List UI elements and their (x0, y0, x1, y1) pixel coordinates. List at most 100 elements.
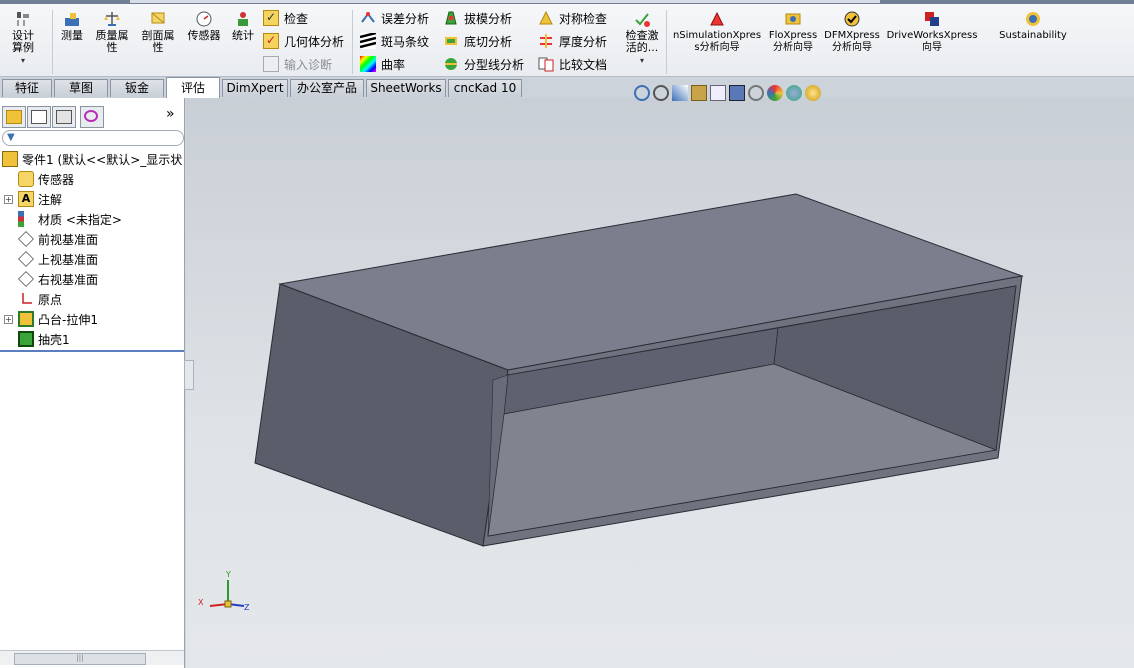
statistics-label: 统计 (232, 29, 254, 42)
driveworksxpress-icon (925, 12, 939, 26)
undercut-analysis-button[interactable]: 底切分析 (443, 31, 512, 51)
tab-features[interactable]: 特征 (2, 79, 52, 97)
geometry-analysis-icon: ✓ (263, 33, 279, 49)
tree-item-label: 传感器 (38, 172, 75, 187)
plane-icon (18, 251, 34, 267)
scrollbar-thumb[interactable]: ||| (14, 653, 146, 665)
expand-toggle-icon[interactable]: + (4, 195, 13, 204)
expand-toggle-icon[interactable]: + (4, 315, 13, 324)
dimxpert-manager-tab[interactable] (80, 106, 104, 128)
plane-icon (18, 231, 34, 247)
tab-evaluate[interactable]: 评估 (166, 77, 220, 98)
graphics-area[interactable]: Y X Z (186, 98, 1134, 668)
boss-extrude-icon (18, 311, 34, 327)
display-style-icon[interactable] (729, 85, 745, 101)
tab-label: cncKad 10 (453, 81, 517, 95)
parting-line-analysis-icon (445, 58, 457, 70)
model-box[interactable] (186, 98, 1134, 668)
view-orientation-icon[interactable] (710, 85, 726, 101)
design-study-button[interactable]: 设计算例 ▾ (6, 10, 40, 67)
tree-item-label: 凸台-拉伸1 (38, 312, 98, 327)
section-properties-button[interactable]: 剖面属性 (138, 10, 178, 54)
geometry-analysis-label: 几何体分析 (284, 34, 345, 49)
tab-office-products[interactable]: 办公室产品 (290, 79, 364, 97)
property-manager-tab[interactable] (27, 106, 51, 128)
thickness-analysis-icon (540, 34, 552, 48)
measure-button[interactable]: 测量 (58, 10, 86, 42)
tree-item-material[interactable]: 材质 <未指定> (18, 210, 122, 228)
tree-filter-input[interactable]: ▼ (2, 130, 184, 146)
dfmxpress-button[interactable]: DFMXpress分析向导 (824, 10, 880, 54)
tab-label: 办公室产品 (296, 81, 357, 95)
simulationxpress-icon (710, 11, 724, 26)
rollback-bar[interactable] (0, 350, 184, 352)
tab-dimxpert[interactable]: DimXpert (222, 79, 288, 97)
simulationxpress-button[interactable]: nSimulationXpress分析向导 (672, 10, 762, 54)
edit-appearance-icon[interactable] (767, 85, 783, 101)
curvature-button[interactable]: 曲率 (360, 54, 405, 74)
feature-manager-tab[interactable] (2, 106, 26, 128)
tab-sheetworks[interactable]: SheetWorks (366, 79, 446, 97)
tab-label: 钣金 (124, 81, 149, 95)
import-diagnostics-button[interactable]: 输入诊断 (263, 54, 332, 74)
sensor-button[interactable]: 传感器 (184, 10, 224, 42)
sustainability-button[interactable]: Sustainability (998, 10, 1068, 42)
tab-sketch[interactable]: 草图 (54, 79, 108, 97)
check-button[interactable]: ✓ 检查 (263, 8, 308, 28)
sensor-folder-icon (18, 171, 34, 187)
curvature-icon (360, 56, 376, 72)
tab-sheet-metal[interactable]: 钣金 (110, 79, 164, 97)
draft-analysis-button[interactable]: 拔模分析 (443, 8, 512, 28)
zoom-to-area-icon[interactable] (653, 85, 669, 101)
parting-line-analysis-button[interactable]: 分型线分析 (443, 54, 524, 74)
statistics-button[interactable]: 统计 (230, 10, 256, 42)
tree-item-sensors[interactable]: 传感器 (18, 170, 74, 188)
deviation-analysis-icon (361, 12, 375, 23)
tab-label: SheetWorks (370, 81, 442, 95)
floxpress-button[interactable]: FloXpress分析向导 (768, 10, 818, 54)
tree-item-right-plane[interactable]: 右视基准面 (18, 270, 98, 288)
triad-z-label: Z (244, 603, 250, 612)
driveworksxpress-button[interactable]: DriveWorksXpress向导 (886, 10, 978, 54)
zoom-to-fit-icon[interactable] (634, 85, 650, 101)
tree-item-label: 右视基准面 (38, 272, 99, 287)
triad-x-label: X (198, 598, 204, 607)
zebra-stripes-label: 斑马条纹 (381, 34, 430, 49)
tree-item-boss-extrude[interactable]: 凸台-拉伸1 (18, 310, 98, 328)
compare-documents-button[interactable]: 比较文档 (538, 54, 607, 74)
deviation-analysis-button[interactable]: 误差分析 (360, 8, 429, 28)
tree-item-annotations[interactable]: A 注解 (18, 190, 62, 208)
tab-cnckad[interactable]: cncKad 10 (448, 79, 522, 97)
draft-analysis-label: 拔模分析 (464, 11, 513, 26)
panel-splitter-handle[interactable] (184, 360, 194, 390)
check-active-document-button[interactable]: 检查激活的... ▾ (622, 10, 662, 67)
floxpress-icon (785, 13, 801, 25)
part-icon (2, 151, 18, 167)
previous-view-icon[interactable] (672, 85, 688, 101)
thickness-analysis-button[interactable]: 厚度分析 (538, 31, 607, 51)
tree-item-origin[interactable]: 原点 (18, 290, 62, 308)
tree-root-part[interactable]: 零件1 (默认<<默认>_显示状 (2, 150, 182, 168)
apply-scene-icon[interactable] (786, 85, 802, 101)
statistics-icon (238, 12, 248, 26)
hide-show-items-icon[interactable] (748, 85, 764, 101)
geometry-analysis-button[interactable]: ✓ 几何体分析 (263, 31, 344, 51)
compare-documents-label: 比较文档 (559, 57, 608, 72)
tree-item-top-plane[interactable]: 上视基准面 (18, 250, 98, 268)
configuration-manager-tab[interactable] (52, 106, 76, 128)
symmetry-check-button[interactable]: 对称检查 (538, 8, 607, 28)
tree-item-label: 材质 <未指定> (38, 212, 122, 227)
annotations-icon: A (18, 191, 34, 207)
zebra-stripes-button[interactable]: 斑马条纹 (360, 31, 429, 51)
collapse-panel-icon[interactable]: » (166, 106, 175, 122)
tree-item-front-plane[interactable]: 前视基准面 (18, 230, 98, 248)
tree-item-label: 抽壳1 (38, 332, 70, 347)
section-view-icon[interactable] (691, 85, 707, 101)
sustainability-icon (1026, 12, 1040, 26)
mass-properties-button[interactable]: 质量属性 (92, 10, 132, 54)
measure-label: 测量 (61, 29, 83, 42)
horizontal-scrollbar[interactable]: ||| (0, 650, 184, 665)
view-settings-icon[interactable] (805, 85, 821, 101)
tree-item-shell[interactable]: 抽壳1 (18, 330, 70, 348)
curvature-label: 曲率 (381, 57, 406, 72)
